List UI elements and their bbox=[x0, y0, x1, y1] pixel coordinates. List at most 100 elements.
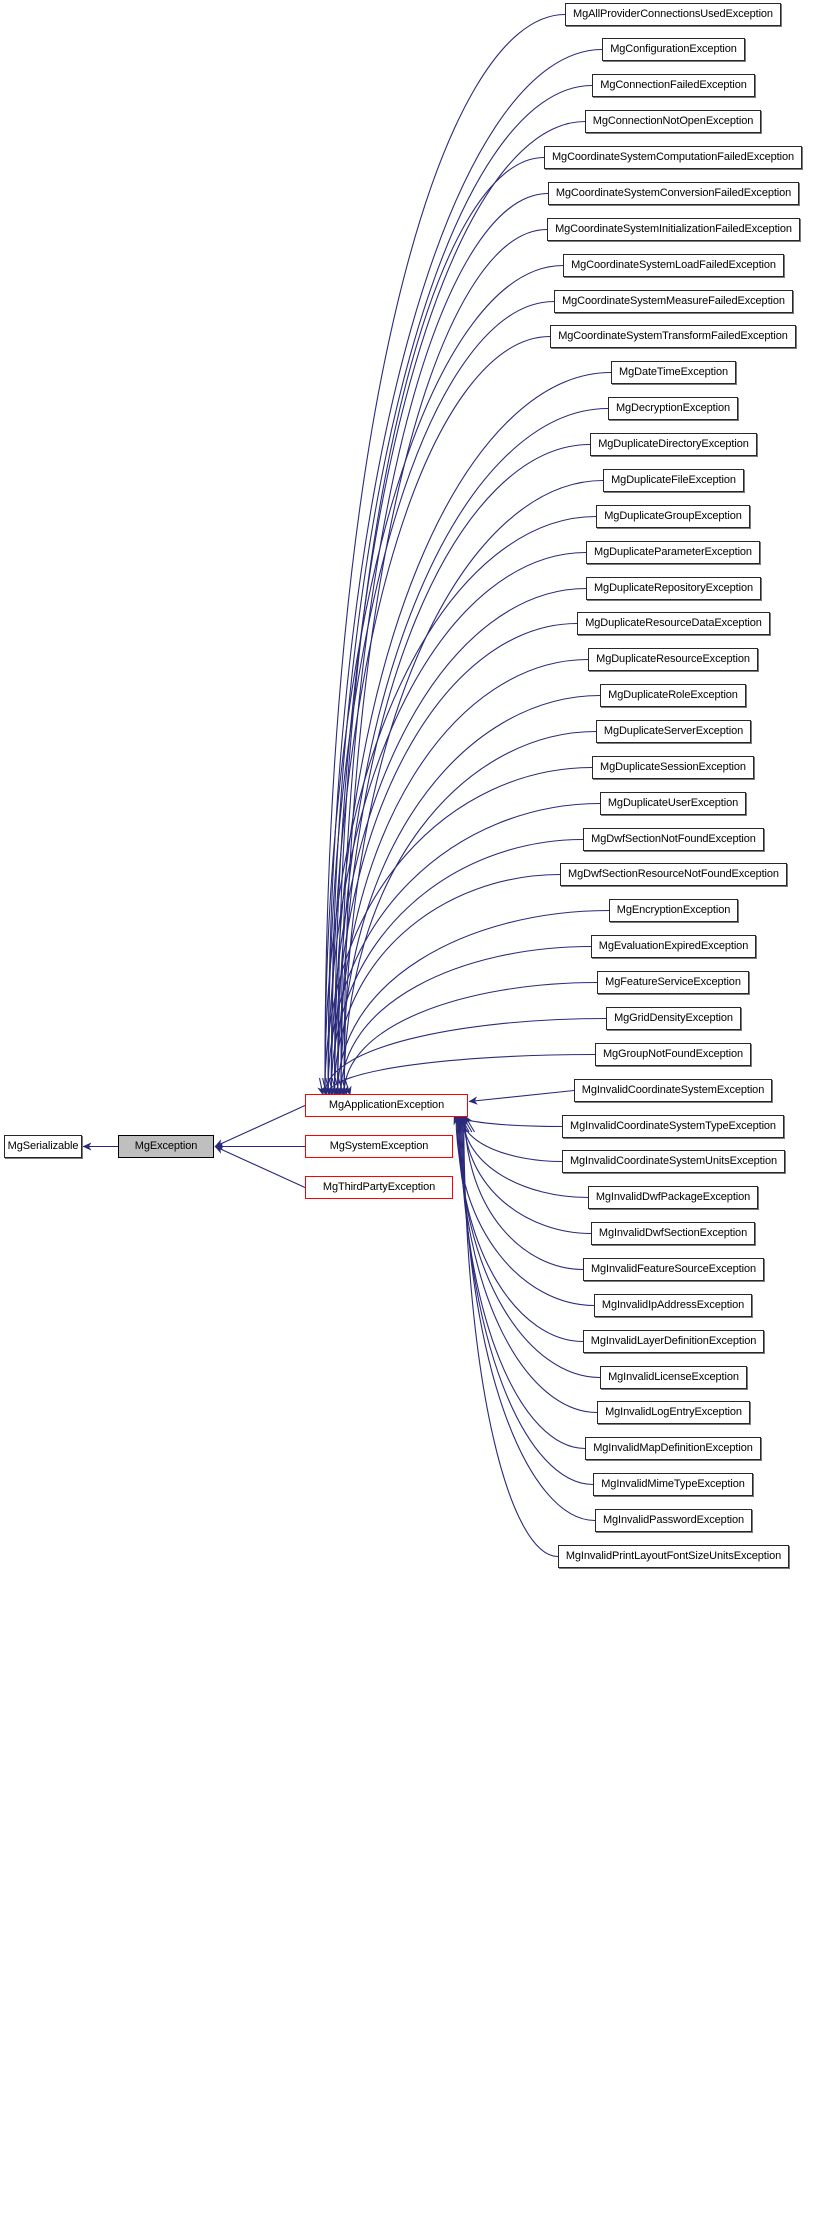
node-label: MgDecryptionException bbox=[615, 402, 731, 414]
node-mggriddensityexception[interactable]: MgGridDensityException bbox=[606, 1007, 741, 1030]
inheritance-edge bbox=[453, 1115, 462, 1133]
node-mginvalidlicenseexception[interactable]: MgInvalidLicenseException bbox=[600, 1366, 747, 1389]
node-mgserializable[interactable]: MgSerializable bbox=[4, 1135, 82, 1158]
inheritance-edge bbox=[462, 1115, 596, 1522]
node-mgallproviderconnectionsusedexception[interactable]: MgAllProviderConnectionsUsedException bbox=[565, 3, 781, 26]
node-label: MgDuplicateDirectoryException bbox=[598, 438, 749, 450]
node-mginvaliddwfsectionexception[interactable]: MgInvalidDwfSectionException bbox=[591, 1222, 755, 1245]
node-mgcoordinatesystemconversionfailedexception[interactable]: MgCoordinateSystemConversionFailedExcept… bbox=[548, 182, 799, 205]
node-mgduplicateuserexception[interactable]: MgDuplicateUserException bbox=[600, 792, 746, 815]
node-label: MgInvalidLogEntryException bbox=[605, 1406, 742, 1418]
node-label: MgInvalidDwfPackageException bbox=[595, 1191, 751, 1203]
inheritance-edge bbox=[317, 1077, 326, 1096]
node-mgduplicateresourceexception[interactable]: MgDuplicateResourceException bbox=[588, 648, 758, 671]
node-mgduplicaterepositoryexception[interactable]: MgDuplicateRepositoryException bbox=[586, 577, 761, 600]
node-label: MgDuplicateRepositoryException bbox=[593, 582, 754, 594]
node-mgsystemexception[interactable]: MgSystemException bbox=[305, 1135, 453, 1158]
node-mgevaluationexpiredexception[interactable]: MgEvaluationExpiredException bbox=[591, 935, 756, 958]
inheritance-edge bbox=[334, 120, 586, 1096]
node-label: MgDuplicateRoleException bbox=[608, 689, 738, 701]
node-mgconfigurationexception[interactable]: MgConfigurationException bbox=[602, 38, 745, 61]
inheritance-edge bbox=[327, 802, 601, 1096]
inheritance-edge bbox=[330, 838, 584, 1096]
inheritance-edge bbox=[463, 1115, 559, 1558]
node-mginvalidlayerdefinitionexception[interactable]: MgInvalidLayerDefinitionException bbox=[583, 1330, 764, 1353]
inheritance-edge bbox=[343, 730, 597, 1096]
node-mgdecryptionexception[interactable]: MgDecryptionException bbox=[608, 397, 738, 420]
node-label: MgInvalidPasswordException bbox=[602, 1514, 745, 1526]
node-label: MgInvalidLayerDefinitionException bbox=[590, 1335, 757, 1347]
node-mgcoordinatesystemcomputationfailedexception[interactable]: MgCoordinateSystemComputationFailedExcep… bbox=[544, 146, 802, 169]
node-label: MgInvalidPrintLayoutFontSizeUnitsExcepti… bbox=[565, 1550, 782, 1562]
node-label: MgDwfSectionResourceNotFoundException bbox=[568, 868, 779, 880]
node-mginvalidcoordinatesystemunitsexception[interactable]: MgInvalidCoordinateSystemUnitsException bbox=[562, 1150, 785, 1173]
inheritance-edge bbox=[340, 443, 591, 1096]
inheritance-edge bbox=[343, 1077, 352, 1096]
inheritance-edge bbox=[320, 1077, 329, 1096]
inheritance-edge bbox=[334, 371, 612, 1096]
node-mginvalidcoordinatesystemtypeexception[interactable]: MgInvalidCoordinateSystemTypeException bbox=[562, 1115, 784, 1138]
node-mgconnectionnotopenexception[interactable]: MgConnectionNotOpenException bbox=[585, 110, 761, 133]
node-mgduplicateresourcedataexception[interactable]: MgDuplicateResourceDataException bbox=[577, 612, 770, 635]
node-mginvalidfeaturesourceexception[interactable]: MgInvalidFeatureSourceException bbox=[583, 1258, 764, 1281]
node-mginvalidcoordinatesystemexception[interactable]: MgInvalidCoordinateSystemException bbox=[574, 1079, 772, 1102]
node-label: MgCoordinateSystemTransformFailedExcepti… bbox=[558, 330, 788, 342]
node-mgduplicateroleexception[interactable]: MgDuplicateRoleException bbox=[600, 684, 746, 707]
inheritance-edge bbox=[324, 264, 564, 1096]
node-mgduplicategroupexception[interactable]: MgDuplicateGroupException bbox=[596, 505, 750, 528]
node-mginvaliddwfpackageexception[interactable]: MgInvalidDwfPackageException bbox=[588, 1186, 758, 1209]
node-mgduplicatedirectoryexception[interactable]: MgDuplicateDirectoryException bbox=[590, 433, 757, 456]
node-mgduplicateserverexception[interactable]: MgDuplicateServerException bbox=[596, 720, 751, 743]
node-mgapplicationexception[interactable]: MgApplicationException bbox=[305, 1094, 468, 1117]
node-mgconnectionfailedexception[interactable]: MgConnectionFailedException bbox=[592, 74, 755, 97]
node-mggroupnotfoundexception[interactable]: MgGroupNotFoundException bbox=[595, 1043, 751, 1066]
inheritance-edge bbox=[455, 1115, 465, 1133]
node-mgcoordinatesystemtransformfailedexception[interactable]: MgCoordinateSystemTransformFailedExcepti… bbox=[550, 325, 796, 348]
node-mginvalidmimetypeexception[interactable]: MgInvalidMimeTypeException bbox=[593, 1473, 753, 1496]
node-mgduplicateparameterexception[interactable]: MgDuplicateParameterException bbox=[586, 541, 760, 564]
node-label: MgConfigurationException bbox=[610, 43, 737, 55]
node-label: MgEncryptionException bbox=[616, 904, 731, 916]
node-label: MgApplicationException bbox=[328, 1099, 445, 1111]
inheritance-edge bbox=[464, 1115, 584, 1271]
node-mgcoordinatesystemmeasurefailedexception[interactable]: MgCoordinateSystemMeasureFailedException bbox=[554, 290, 793, 313]
node-mgdwfsectionresourcenotfoundexception[interactable]: MgDwfSectionResourceNotFoundException bbox=[560, 863, 787, 886]
inheritance-edge bbox=[324, 13, 566, 1096]
node-mgencryptionexception[interactable]: MgEncryptionException bbox=[609, 899, 738, 922]
inheritance-edge bbox=[333, 1077, 342, 1096]
inheritance-edge bbox=[330, 1077, 339, 1096]
node-mgduplicatefileexception[interactable]: MgDuplicateFileException bbox=[603, 469, 744, 492]
node-label: MgDuplicateServerException bbox=[603, 725, 744, 737]
node-label: MgConnectionNotOpenException bbox=[592, 115, 754, 127]
inheritance-edge bbox=[324, 766, 593, 1096]
node-label: MgInvalidCoordinateSystemTypeException bbox=[570, 1120, 776, 1132]
inheritance-edge bbox=[330, 587, 587, 1096]
node-mgcoordinatesysteminitializationfailedexception[interactable]: MgCoordinateSystemInitializationFailedEx… bbox=[547, 218, 800, 241]
node-mginvalidipaddressexception[interactable]: MgInvalidIpAddressException bbox=[594, 1294, 752, 1317]
node-mginvalidmapdefinitionexception[interactable]: MgInvalidMapDefinitionException bbox=[585, 1437, 761, 1460]
node-mgdatetimeexception[interactable]: MgDateTimeException bbox=[611, 361, 736, 384]
node-mgexception[interactable]: MgException bbox=[118, 1135, 214, 1158]
node-label: MgInvalidDwfSectionException bbox=[598, 1227, 748, 1239]
inheritance-edge bbox=[337, 658, 589, 1096]
node-label: MgEvaluationExpiredException bbox=[598, 940, 749, 952]
node-label: MgGridDensityException bbox=[614, 1012, 733, 1024]
inheritance-edge bbox=[214, 1145, 306, 1189]
node-label: MgDuplicateGroupException bbox=[604, 510, 742, 522]
node-mgduplicatesessionexception[interactable]: MgDuplicateSessionException bbox=[592, 756, 754, 779]
node-mgdwfsectionnotfoundexception[interactable]: MgDwfSectionNotFoundException bbox=[583, 828, 764, 851]
node-mginvalidlogentryexception[interactable]: MgInvalidLogEntryException bbox=[597, 1401, 750, 1424]
node-label: MgConnectionFailedException bbox=[600, 79, 747, 91]
inheritance-edge bbox=[334, 622, 578, 1096]
node-mgfeatureserviceexception[interactable]: MgFeatureServiceException bbox=[597, 971, 749, 994]
node-label: MgInvalidMimeTypeException bbox=[601, 1478, 745, 1490]
node-label: MgCoordinateSystemLoadFailedException bbox=[571, 259, 776, 271]
inheritance-edge bbox=[324, 515, 597, 1096]
node-mginvalidprintlayoutfontsizeunitsexception[interactable]: MgInvalidPrintLayoutFontSizeUnitsExcepti… bbox=[558, 1545, 789, 1568]
node-mgthirdpartyexception[interactable]: MgThirdPartyException bbox=[305, 1176, 453, 1199]
node-label: MgCoordinateSystemConversionFailedExcept… bbox=[555, 187, 792, 199]
inheritance-edge bbox=[337, 156, 545, 1096]
node-mgcoordinatesystemloadfailedexception[interactable]: MgCoordinateSystemLoadFailedException bbox=[563, 254, 784, 277]
inheritance-edge bbox=[327, 48, 603, 1096]
node-mginvalidpasswordexception[interactable]: MgInvalidPasswordException bbox=[595, 1509, 752, 1532]
